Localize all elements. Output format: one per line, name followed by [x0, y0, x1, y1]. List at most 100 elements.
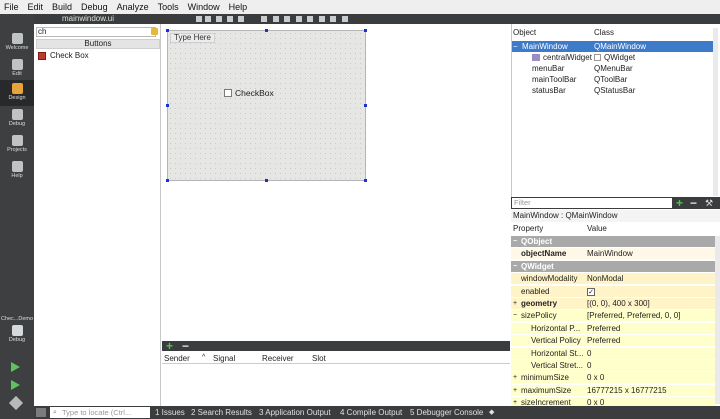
- property-group[interactable]: − QWidget: [511, 261, 716, 273]
- col-receiver[interactable]: Receiver: [262, 354, 294, 363]
- remove-connection-button[interactable]: −: [182, 340, 189, 352]
- edit-widgets-icon[interactable]: [196, 16, 202, 22]
- col-class[interactable]: Class: [594, 28, 614, 37]
- property-value[interactable]: Preferred: [587, 335, 620, 347]
- object-row-menubar[interactable]: menuBar: [532, 63, 564, 74]
- menu-tools[interactable]: Tools: [158, 2, 179, 12]
- property-row[interactable]: − sizePolicy [Preferred, Preferred, 0, 0]: [511, 310, 716, 322]
- layout-splitter-h-icon[interactable]: [284, 16, 290, 22]
- menu-analyze[interactable]: Analyze: [117, 2, 149, 12]
- property-value[interactable]: NonModal: [587, 273, 623, 285]
- locator-input[interactable]: Type to locate (Ctrl...: [50, 407, 150, 418]
- property-row[interactable]: enabled ✓: [511, 286, 716, 298]
- col-signal[interactable]: Signal: [213, 354, 235, 363]
- property-checkbox[interactable]: ✓: [587, 286, 595, 298]
- object-inspector-scrollbar[interactable]: [713, 28, 718, 196]
- output-tab-application-output[interactable]: 3 Application Output: [259, 408, 331, 417]
- menu-debug[interactable]: Debug: [81, 2, 108, 12]
- col-slot[interactable]: Slot: [312, 354, 326, 363]
- menu-help[interactable]: Help: [229, 2, 248, 12]
- property-editor-scrollbar[interactable]: [715, 236, 720, 404]
- resize-handle[interactable]: [166, 179, 169, 182]
- mode-edit[interactable]: Edit: [0, 56, 34, 82]
- property-row[interactable]: + minimumSize 0 x 0: [511, 372, 716, 384]
- form-checkbox[interactable]: CheckBox: [224, 88, 274, 98]
- property-group[interactable]: − QObject: [511, 236, 716, 248]
- menu-file[interactable]: File: [4, 2, 19, 12]
- property-value[interactable]: [(0, 0), 400 x 300]: [587, 298, 650, 310]
- kit-selector[interactable]: Chec...Demo Debug: [0, 314, 34, 350]
- property-row[interactable]: Vertical Policy Preferred: [511, 335, 716, 347]
- mode-projects[interactable]: Projects: [0, 132, 34, 158]
- edit-buddies-icon[interactable]: [216, 16, 222, 22]
- output-tab-debugger-console[interactable]: 5 Debugger Console: [410, 408, 483, 417]
- expand-icon[interactable]: +: [513, 298, 517, 310]
- property-row[interactable]: Vertical Stret... 0: [511, 360, 716, 372]
- object-row-statusbar[interactable]: statusBar: [532, 85, 566, 96]
- edit-signals-icon[interactable]: [205, 16, 211, 22]
- property-row[interactable]: windowModality NonModal: [511, 273, 716, 285]
- mode-welcome[interactable]: Welcome: [0, 30, 34, 56]
- layout-grid-icon[interactable]: [319, 16, 325, 22]
- clear-filter-icon[interactable]: [151, 28, 158, 35]
- property-row[interactable]: Horizontal St... 0: [511, 348, 716, 360]
- build-hammer-icon[interactable]: [8, 395, 24, 411]
- resize-handle[interactable]: [364, 104, 367, 107]
- layout-vertical-icon[interactable]: [273, 16, 279, 22]
- property-value[interactable]: Preferred: [587, 323, 620, 335]
- output-tab-compile-output[interactable]: 4 Compile Output: [340, 408, 402, 417]
- menu-edit[interactable]: Edit: [28, 2, 44, 12]
- adjust-size-icon[interactable]: [342, 16, 348, 22]
- col-property[interactable]: Property: [513, 223, 543, 235]
- more-tabs-icon[interactable]: ◆: [489, 408, 494, 416]
- configure-icon[interactable]: ⚒: [705, 198, 713, 209]
- col-object[interactable]: Object: [513, 28, 536, 37]
- edit-tab-order-icon[interactable]: [227, 16, 233, 22]
- break-layout-icon[interactable]: [330, 16, 336, 22]
- expand-icon[interactable]: −: [513, 236, 517, 248]
- add-connection-button[interactable]: +: [166, 340, 173, 352]
- property-value[interactable]: 0: [587, 360, 591, 372]
- widget-group-buttons[interactable]: Buttons: [36, 39, 160, 49]
- tree-collapse-icon[interactable]: −: [513, 41, 518, 52]
- property-value[interactable]: [Preferred, Preferred, 0, 0]: [587, 310, 680, 322]
- property-value[interactable]: 0 x 0: [587, 372, 604, 384]
- checkbox-checked-icon[interactable]: ✓: [587, 287, 595, 296]
- mode-design[interactable]: Design: [0, 80, 34, 106]
- add-dynamic-property-button[interactable]: +: [676, 197, 683, 209]
- widget-filter-input[interactable]: ch: [36, 27, 156, 37]
- property-value[interactable]: 0: [587, 348, 591, 360]
- run-icon[interactable]: [11, 362, 20, 372]
- menu-build[interactable]: Build: [52, 2, 72, 12]
- mode-help[interactable]: Help: [0, 158, 34, 184]
- output-tab-search-results[interactable]: 2 Search Results: [191, 408, 252, 417]
- property-row[interactable]: + maximumSize 16777215 x 16777215: [511, 385, 716, 397]
- expand-icon[interactable]: +: [513, 372, 517, 384]
- col-sender[interactable]: Sender: [164, 354, 190, 363]
- widget-item-check-box[interactable]: Check Box: [38, 51, 89, 61]
- col-value[interactable]: Value: [587, 223, 607, 235]
- property-row[interactable]: Horizontal P... Preferred: [511, 323, 716, 335]
- expand-icon[interactable]: −: [513, 261, 517, 273]
- property-value[interactable]: 16777215 x 16777215: [587, 385, 667, 397]
- resize-handle[interactable]: [364, 29, 367, 32]
- layout-splitter-v-icon[interactable]: [296, 16, 302, 22]
- remove-dynamic-property-button[interactable]: −: [690, 197, 697, 209]
- toggle-sidebar-icon[interactable]: [36, 408, 46, 417]
- expand-icon[interactable]: +: [513, 385, 517, 397]
- align-icon[interactable]: [238, 16, 244, 22]
- form-menu-type-here[interactable]: Type Here: [170, 33, 215, 43]
- property-value[interactable]: MainWindow: [587, 248, 633, 260]
- property-row[interactable]: + geometry [(0, 0), 400 x 300]: [511, 298, 716, 310]
- object-row-mainwindow[interactable]: MainWindow: [522, 41, 568, 52]
- resize-handle[interactable]: [265, 29, 268, 32]
- expand-icon[interactable]: −: [513, 310, 517, 322]
- resize-handle[interactable]: [364, 179, 367, 182]
- resize-handle[interactable]: [265, 179, 268, 182]
- menu-window[interactable]: Window: [188, 2, 220, 12]
- resize-handle[interactable]: [166, 104, 169, 107]
- mode-debug[interactable]: Debug: [0, 106, 34, 132]
- document-title[interactable]: mainwindow.ui: [62, 14, 114, 24]
- object-row-maintoolbar[interactable]: mainToolBar: [532, 74, 576, 85]
- layout-form-icon[interactable]: [307, 16, 313, 22]
